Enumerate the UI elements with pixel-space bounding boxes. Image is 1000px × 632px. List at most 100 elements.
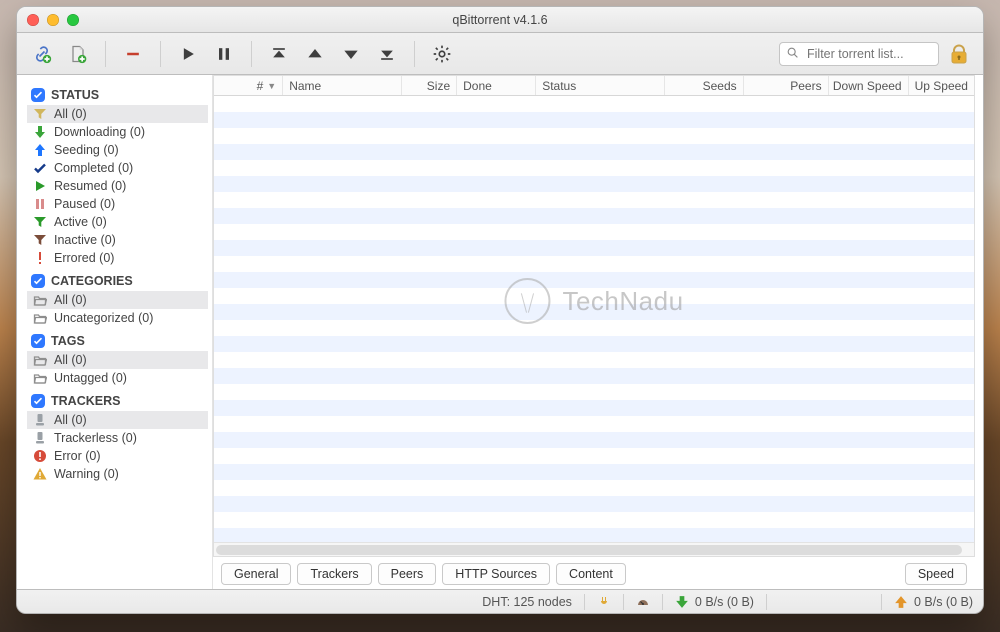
- tab-http-sources[interactable]: HTTP Sources: [442, 563, 550, 585]
- column-number[interactable]: #▼: [214, 76, 283, 95]
- pause-button[interactable]: [209, 39, 239, 69]
- checkbox-checked-icon: [31, 334, 45, 348]
- server-icon: [33, 431, 47, 445]
- move-down-button[interactable]: [336, 39, 366, 69]
- tab-content[interactable]: Content: [556, 563, 626, 585]
- section-label: TAGS: [51, 334, 85, 348]
- funnel-icon: [33, 215, 47, 229]
- sidebar-item-status-inactive[interactable]: Inactive (0): [27, 231, 208, 249]
- scrollbar-thumb[interactable]: [216, 545, 962, 555]
- titlebar: qBittorrent v4.1.6: [17, 7, 983, 33]
- sidebar-item-categories-all[interactable]: All (0): [27, 291, 208, 309]
- sidebar-item-status-resumed[interactable]: Resumed (0): [27, 177, 208, 195]
- funnel-icon: [33, 107, 47, 121]
- search-icon: [786, 46, 799, 62]
- column-seeds[interactable]: Seeds: [665, 76, 744, 95]
- sidebar-item-label: Inactive (0): [54, 233, 116, 247]
- column-size[interactable]: Size: [402, 76, 457, 95]
- remove-button[interactable]: [118, 39, 148, 69]
- section-status-header[interactable]: STATUS: [27, 85, 208, 105]
- settings-button[interactable]: [427, 39, 457, 69]
- tab-general[interactable]: General: [221, 563, 291, 585]
- arrow-up-icon: [894, 595, 908, 609]
- sidebar-item-tags-untagged[interactable]: Untagged (0): [27, 369, 208, 387]
- section-categories-header[interactable]: CATEGORIES: [27, 271, 208, 291]
- pause-icon: [33, 197, 47, 211]
- section-label: TRACKERS: [51, 394, 120, 408]
- add-torrent-file-button[interactable]: [63, 39, 93, 69]
- app-window: qBittorrent v4.1.6: [16, 6, 984, 614]
- sidebar-item-categories-uncategorized[interactable]: Uncategorized (0): [27, 309, 208, 327]
- move-bottom-button[interactable]: [372, 39, 402, 69]
- sidebar-item-label: Error (0): [54, 449, 101, 463]
- status-divider: [623, 594, 624, 610]
- sidebar-item-label: All (0): [54, 413, 87, 427]
- status-upload-speed[interactable]: 0 B/s (0 B): [894, 595, 973, 609]
- sidebar-item-label: Errored (0): [54, 251, 114, 265]
- column-down-speed[interactable]: Down Speed: [829, 76, 909, 95]
- sidebar-item-label: Paused (0): [54, 197, 115, 211]
- main-panel: #▼ Name Size Done Status Seeds Peers Dow…: [213, 75, 983, 589]
- sidebar-item-status-paused[interactable]: Paused (0): [27, 195, 208, 213]
- status-speed-limits[interactable]: [636, 595, 650, 609]
- move-top-button[interactable]: [264, 39, 294, 69]
- sort-desc-icon: ▼: [267, 81, 276, 91]
- checkbox-checked-icon: [31, 274, 45, 288]
- column-status[interactable]: Status: [536, 76, 664, 95]
- watermark: TechNadu: [504, 278, 683, 324]
- move-up-button[interactable]: [300, 39, 330, 69]
- sidebar-item-trackers-trackerless[interactable]: Trackerless (0): [27, 429, 208, 447]
- filter-input[interactable]: [805, 46, 932, 62]
- sidebar-item-status-completed[interactable]: Completed (0): [27, 159, 208, 177]
- watermark-logo-icon: [504, 278, 550, 324]
- sidebar-item-trackers-error[interactable]: Error (0): [27, 447, 208, 465]
- error-circle-icon: [33, 449, 47, 463]
- sidebar-item-label: Trackerless (0): [54, 431, 137, 445]
- horizontal-scrollbar[interactable]: [214, 542, 974, 556]
- tab-peers[interactable]: Peers: [378, 563, 437, 585]
- sidebar-item-label: All (0): [54, 293, 87, 307]
- status-divider: [766, 594, 767, 610]
- sidebar-item-status-all[interactable]: All (0): [27, 105, 208, 123]
- lock-button[interactable]: [945, 41, 973, 67]
- sidebar-item-tags-all[interactable]: All (0): [27, 351, 208, 369]
- tab-trackers[interactable]: Trackers: [297, 563, 371, 585]
- sidebar-item-status-downloading[interactable]: Downloading (0): [27, 123, 208, 141]
- status-plug[interactable]: [597, 595, 611, 609]
- add-torrent-link-button[interactable]: [27, 39, 57, 69]
- section-label: STATUS: [51, 88, 99, 102]
- section-trackers-header[interactable]: TRACKERS: [27, 391, 208, 411]
- sidebar-item-trackers-warning[interactable]: Warning (0): [27, 465, 208, 483]
- toolbar-divider: [251, 41, 252, 67]
- torrent-table: #▼ Name Size Done Status Seeds Peers Dow…: [213, 75, 975, 557]
- sidebar: STATUS All (0) Downloading (0) Seeding (0)…: [17, 75, 213, 589]
- column-name[interactable]: Name: [283, 76, 402, 95]
- folder-open-icon: [33, 353, 47, 367]
- folder-open-icon: [33, 293, 47, 307]
- sidebar-item-status-active[interactable]: Active (0): [27, 213, 208, 231]
- folder-open-icon: [33, 371, 47, 385]
- arrow-down-icon: [33, 125, 47, 139]
- section-tags-header[interactable]: TAGS: [27, 331, 208, 351]
- check-icon: [33, 161, 47, 175]
- filter-search[interactable]: [779, 42, 939, 66]
- column-peers[interactable]: Peers: [744, 76, 829, 95]
- play-icon: [33, 179, 47, 193]
- column-up-speed[interactable]: Up Speed: [909, 76, 974, 95]
- sidebar-item-label: Active (0): [54, 215, 107, 229]
- status-download-speed[interactable]: 0 B/s (0 B): [675, 595, 754, 609]
- sidebar-item-label: Warning (0): [54, 467, 119, 481]
- checkbox-checked-icon: [31, 88, 45, 102]
- section-label: CATEGORIES: [51, 274, 133, 288]
- table-rows-empty: TechNadu: [214, 96, 974, 542]
- status-dht[interactable]: DHT: 125 nodes: [482, 595, 572, 609]
- sidebar-item-label: Untagged (0): [54, 371, 127, 385]
- tab-speed[interactable]: Speed: [905, 563, 967, 585]
- sidebar-item-trackers-all[interactable]: All (0): [27, 411, 208, 429]
- statusbar: DHT: 125 nodes 0 B/s (0 B) 0 B/s (0 B): [17, 589, 983, 613]
- sidebar-item-label: Downloading (0): [54, 125, 145, 139]
- start-button[interactable]: [173, 39, 203, 69]
- column-done[interactable]: Done: [457, 76, 536, 95]
- sidebar-item-status-seeding[interactable]: Seeding (0): [27, 141, 208, 159]
- sidebar-item-status-errored[interactable]: Errored (0): [27, 249, 208, 267]
